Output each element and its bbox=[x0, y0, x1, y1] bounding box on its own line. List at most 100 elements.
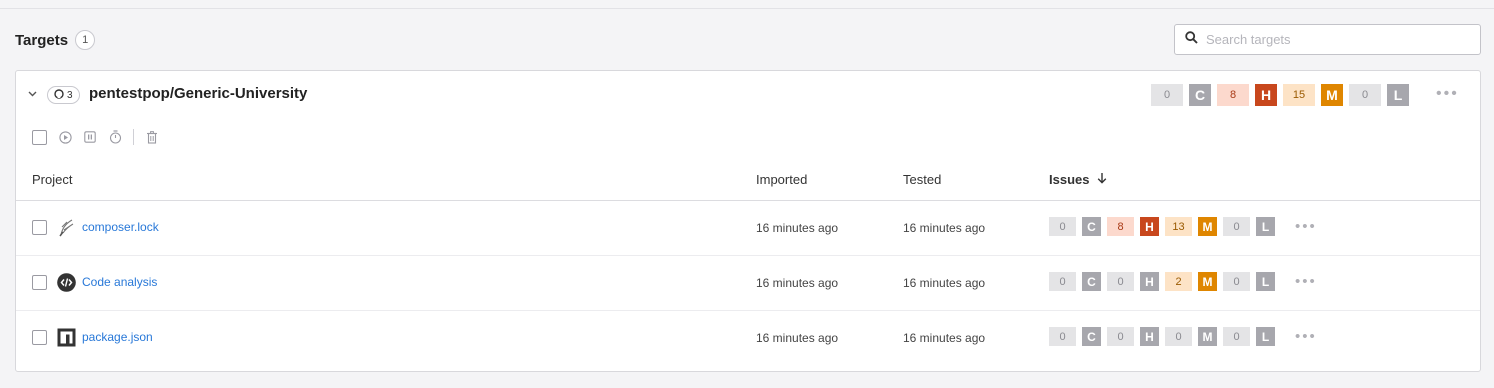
column-header-project[interactable]: Project bbox=[32, 172, 72, 187]
severity-c-badge: 0C bbox=[1049, 327, 1101, 346]
play-icon[interactable] bbox=[58, 130, 72, 144]
search-input[interactable] bbox=[1206, 32, 1466, 47]
targets-header: Targets 1 bbox=[15, 30, 96, 50]
table-row[interactable]: Code analysis 16 minutes ago 16 minutes ag… bbox=[16, 256, 1480, 311]
project-link[interactable]: composer.lock bbox=[82, 220, 159, 234]
row-more-icon[interactable]: ••• bbox=[1295, 218, 1317, 235]
severity-letter: L bbox=[1387, 84, 1409, 106]
target-card: 3 pentestpop/Generic-University 0 C 8 H 15 M 0… bbox=[15, 70, 1481, 372]
repo-count-badge: 3 bbox=[47, 86, 80, 104]
severity-letter: L bbox=[1256, 327, 1275, 346]
severity-m-badge: 15 M bbox=[1283, 84, 1343, 106]
severity-count: 0 bbox=[1107, 327, 1134, 346]
severity-count: 0 bbox=[1223, 217, 1250, 236]
severity-m-badge: 13 M bbox=[1165, 217, 1217, 236]
table-row[interactable]: composer.lock 16 minutes ago 16 minutes ag… bbox=[16, 201, 1480, 256]
severity-letter: M bbox=[1198, 272, 1217, 291]
repo-count: 3 bbox=[67, 89, 73, 101]
search-icon bbox=[1185, 30, 1198, 49]
severity-letter: M bbox=[1198, 217, 1217, 236]
severity-c-badge: 0C bbox=[1049, 217, 1101, 236]
severity-count: 0 bbox=[1349, 84, 1381, 106]
chevron-down-icon[interactable] bbox=[26, 87, 38, 101]
tested-time: 16 minutes ago bbox=[903, 221, 986, 235]
severity-count: 0 bbox=[1151, 84, 1183, 106]
severity-letter: M bbox=[1198, 327, 1217, 346]
target-header-row: 3 pentestpop/Generic-University 0 C 8 H 15 M 0… bbox=[16, 71, 1480, 119]
imported-time: 16 minutes ago bbox=[756, 276, 839, 290]
severity-letter: H bbox=[1140, 327, 1159, 346]
severity-letter: C bbox=[1082, 272, 1101, 291]
target-more-icon[interactable]: ••• bbox=[1436, 85, 1459, 103]
row-checkbox[interactable] bbox=[32, 275, 47, 290]
issues-header-label: Issues bbox=[1049, 172, 1090, 187]
severity-count: 0 bbox=[1049, 327, 1076, 346]
severity-h-badge: 8H bbox=[1107, 217, 1159, 236]
severity-h-badge: 0H bbox=[1107, 327, 1159, 346]
severity-count: 13 bbox=[1165, 217, 1192, 236]
severity-l-badge: 0L bbox=[1223, 272, 1275, 291]
severity-letter: H bbox=[1140, 272, 1159, 291]
toolbar-divider bbox=[133, 129, 134, 145]
select-all-checkbox[interactable] bbox=[32, 129, 47, 145]
severity-count: 0 bbox=[1223, 272, 1250, 291]
column-header-issues[interactable]: Issues bbox=[1049, 172, 1107, 187]
row-more-icon[interactable]: ••• bbox=[1295, 273, 1317, 290]
severity-letter: H bbox=[1140, 217, 1159, 236]
severity-l-badge: 0L bbox=[1223, 327, 1275, 346]
table-row[interactable]: package.json 16 minutes ago 16 minutes ago… bbox=[16, 311, 1480, 366]
severity-m-badge: 0M bbox=[1165, 327, 1217, 346]
severity-letter: M bbox=[1321, 84, 1343, 106]
github-icon bbox=[54, 88, 64, 102]
severity-m-badge: 2M bbox=[1165, 272, 1217, 291]
search-box[interactable] bbox=[1174, 24, 1481, 55]
severity-letter: H bbox=[1255, 84, 1277, 106]
composer-icon bbox=[57, 218, 76, 237]
severity-letter: C bbox=[1082, 327, 1101, 346]
targets-count-badge: 1 bbox=[75, 30, 96, 50]
row-checkbox[interactable] bbox=[32, 220, 47, 235]
column-header-imported[interactable]: Imported bbox=[756, 172, 807, 187]
project-severity-summary: 0C0H0M0L bbox=[1049, 327, 1275, 346]
severity-letter: L bbox=[1256, 217, 1275, 236]
severity-count: 8 bbox=[1217, 84, 1249, 106]
row-checkbox[interactable] bbox=[32, 330, 47, 345]
imported-time: 16 minutes ago bbox=[756, 221, 839, 235]
severity-letter: C bbox=[1082, 217, 1101, 236]
target-severity-summary: 0 C 8 H 15 M 0 L bbox=[1151, 84, 1409, 106]
pause-icon[interactable] bbox=[83, 130, 97, 144]
column-header-tested[interactable]: Tested bbox=[903, 172, 941, 187]
target-name[interactable]: pentestpop/Generic-University bbox=[89, 85, 307, 102]
severity-h-badge: 8H bbox=[1217, 84, 1277, 106]
severity-count: 0 bbox=[1107, 272, 1134, 291]
code-icon bbox=[57, 273, 76, 292]
arrow-down-icon bbox=[1097, 172, 1107, 187]
trash-icon[interactable] bbox=[145, 130, 159, 144]
severity-count: 15 bbox=[1283, 84, 1315, 106]
severity-h-badge: 0H bbox=[1107, 272, 1159, 291]
severity-l-badge: 0L bbox=[1223, 217, 1275, 236]
severity-count: 0 bbox=[1165, 327, 1192, 346]
bulk-toolbar bbox=[32, 129, 159, 145]
tested-time: 16 minutes ago bbox=[903, 331, 986, 345]
project-link[interactable]: Code analysis bbox=[82, 275, 157, 289]
npm-icon bbox=[57, 328, 76, 347]
project-link[interactable]: package.json bbox=[82, 330, 153, 344]
severity-letter: C bbox=[1189, 84, 1211, 106]
timer-icon[interactable] bbox=[108, 130, 122, 144]
tested-time: 16 minutes ago bbox=[903, 276, 986, 290]
severity-count: 0 bbox=[1049, 272, 1076, 291]
page-title: Targets bbox=[15, 31, 69, 49]
severity-l-badge: 0L bbox=[1349, 84, 1409, 106]
severity-count: 8 bbox=[1107, 217, 1134, 236]
severity-c-badge: 0C bbox=[1151, 84, 1211, 106]
top-border bbox=[0, 0, 1494, 9]
severity-count: 0 bbox=[1223, 327, 1250, 346]
severity-count: 0 bbox=[1049, 217, 1076, 236]
severity-c-badge: 0C bbox=[1049, 272, 1101, 291]
severity-letter: L bbox=[1256, 272, 1275, 291]
severity-count: 2 bbox=[1165, 272, 1192, 291]
project-severity-summary: 0 C 8 H 13 M 0 L bbox=[1049, 217, 1275, 236]
project-severity-summary: 0C0H2M0L bbox=[1049, 272, 1275, 291]
row-more-icon[interactable]: ••• bbox=[1295, 328, 1317, 345]
